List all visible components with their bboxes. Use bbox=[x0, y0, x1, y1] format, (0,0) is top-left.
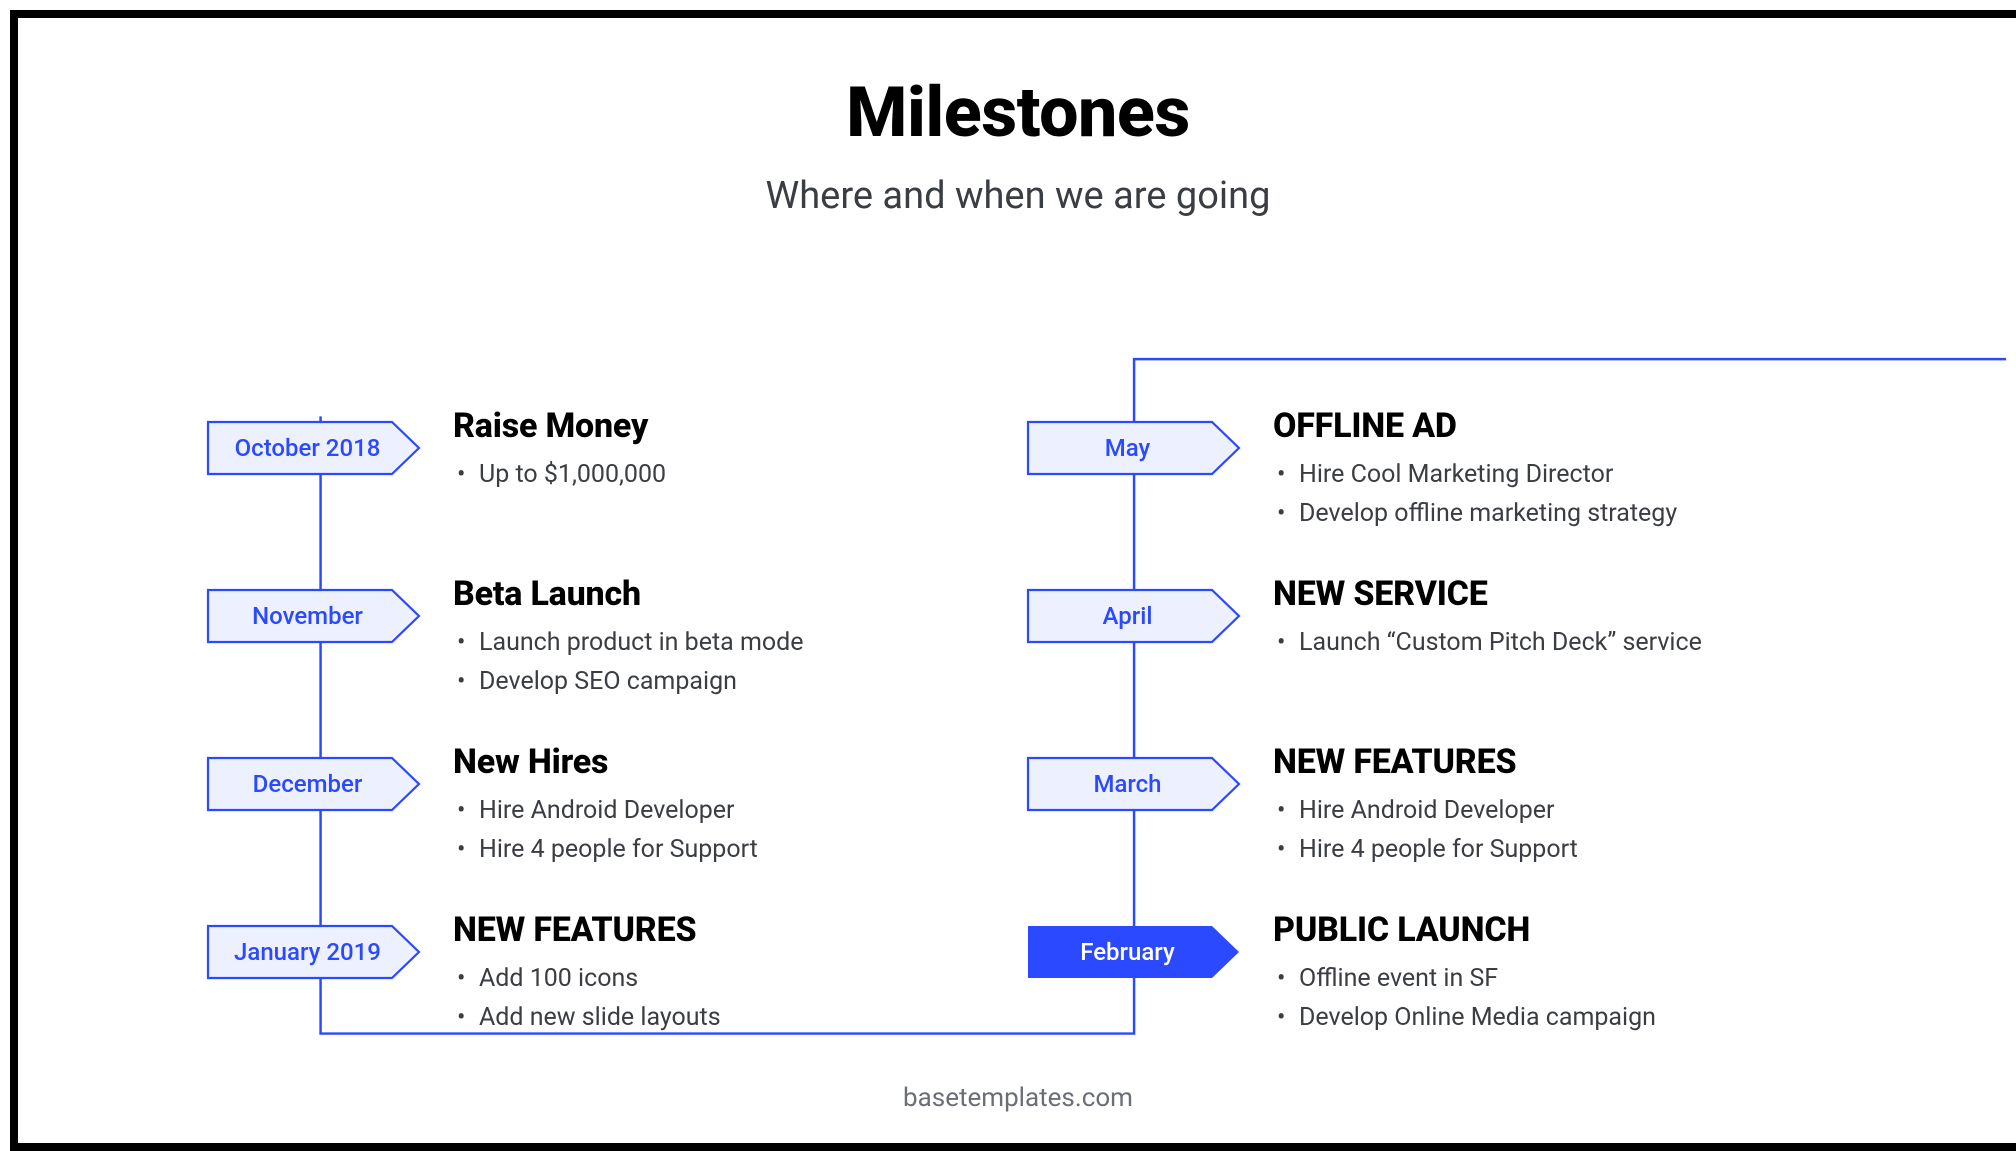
milestone-bullets: Hire Android DeveloperHire 4 people for … bbox=[453, 792, 973, 870]
month-label: October 2018 bbox=[235, 434, 393, 462]
milestone-bullet: Launch product in beta mode bbox=[453, 624, 973, 663]
milestone-content: New Hires Hire Android DeveloperHire 4 pe… bbox=[453, 742, 973, 870]
milestone-bullet: Up to $1,000,000 bbox=[453, 456, 973, 495]
milestone-title: Beta Launch bbox=[453, 574, 973, 614]
milestone-bullet: Develop SEO campaign bbox=[453, 663, 973, 702]
milestone-title: NEW FEATURES bbox=[453, 910, 973, 950]
milestone-bullet: Hire 4 people for Support bbox=[453, 831, 973, 870]
month-label: February bbox=[1080, 938, 1187, 966]
month-label: December bbox=[253, 770, 375, 798]
month-label: January 2019 bbox=[234, 938, 393, 966]
milestone-bullets: Offline event in SFDevelop Online Media … bbox=[1273, 960, 1793, 1038]
milestone-bullets: Launch product in beta modeDevelop SEO c… bbox=[453, 624, 973, 702]
milestone-title: NEW SERVICE bbox=[1273, 574, 1793, 614]
milestone-bullets: Add 100 iconsAdd new slide layouts bbox=[453, 960, 973, 1038]
month-arrow-icon: March bbox=[1026, 756, 1241, 812]
month-arrow-icon: October 2018 bbox=[206, 420, 421, 476]
milestone-bullets: Hire Android DeveloperHire 4 people for … bbox=[1273, 792, 1793, 870]
month-arrow-icon: January 2019 bbox=[206, 924, 421, 980]
milestone-content: OFFLINE AD Hire Cool Marketing DirectorDe… bbox=[1273, 406, 1793, 534]
milestone-title: OFFLINE AD bbox=[1273, 406, 1793, 446]
milestone-content: Raise Money Up to $1,000,000 bbox=[453, 406, 973, 495]
milestone-bullet: Hire Android Developer bbox=[1273, 792, 1793, 831]
milestone-bullets: Launch “Custom Pitch Deck” service bbox=[1273, 624, 1793, 663]
month-arrow-icon: December bbox=[206, 756, 421, 812]
month-arrow-icon: May bbox=[1026, 420, 1241, 476]
month-arrow-icon: November bbox=[206, 588, 421, 644]
milestone-title: New Hires bbox=[453, 742, 973, 782]
milestone-bullet: Hire Android Developer bbox=[453, 792, 973, 831]
milestone-bullet: Hire 4 people for Support bbox=[1273, 831, 1793, 870]
month-label: November bbox=[252, 602, 375, 630]
month-label: April bbox=[1103, 602, 1165, 630]
milestone-bullet: Add new slide layouts bbox=[453, 999, 973, 1038]
month-arrow-icon: April bbox=[1026, 588, 1241, 644]
milestone-bullet: Hire Cool Marketing Director bbox=[1273, 456, 1793, 495]
milestone-content: Beta Launch Launch product in beta modeDe… bbox=[453, 574, 973, 702]
milestone-content: NEW SERVICE Launch “Custom Pitch Deck” se… bbox=[1273, 574, 1793, 663]
footer-credit: basetemplates.com bbox=[18, 1083, 2016, 1113]
slide-subtitle: Where and when we are going bbox=[18, 174, 2016, 218]
milestone-bullet: Add 100 icons bbox=[453, 960, 973, 999]
slide-frame: Milestones Where and when we are going O… bbox=[10, 10, 2016, 1151]
slide-title: Milestones bbox=[18, 72, 2016, 154]
milestone-content: NEW FEATURES Add 100 iconsAdd new slide l… bbox=[453, 910, 973, 1038]
milestone-content: PUBLIC LAUNCH Offline event in SFDevelop … bbox=[1273, 910, 1793, 1038]
milestone-title: NEW FEATURES bbox=[1273, 742, 1793, 782]
milestone-title: PUBLIC LAUNCH bbox=[1273, 910, 1793, 950]
milestone-bullet: Develop Online Media campaign bbox=[1273, 999, 1793, 1038]
milestone-content: NEW FEATURES Hire Android DeveloperHire 4… bbox=[1273, 742, 1793, 870]
milestone-bullet: Develop offline marketing strategy bbox=[1273, 495, 1793, 534]
milestone-bullets: Up to $1,000,000 bbox=[453, 456, 973, 495]
milestone-bullets: Hire Cool Marketing DirectorDevelop offl… bbox=[1273, 456, 1793, 534]
month-label: March bbox=[1093, 770, 1173, 798]
milestone-bullet: Offline event in SF bbox=[1273, 960, 1793, 999]
month-arrow-icon: February bbox=[1026, 924, 1241, 980]
month-label: May bbox=[1105, 434, 1163, 462]
milestone-bullet: Launch “Custom Pitch Deck” service bbox=[1273, 624, 1793, 663]
milestone-title: Raise Money bbox=[453, 406, 973, 446]
